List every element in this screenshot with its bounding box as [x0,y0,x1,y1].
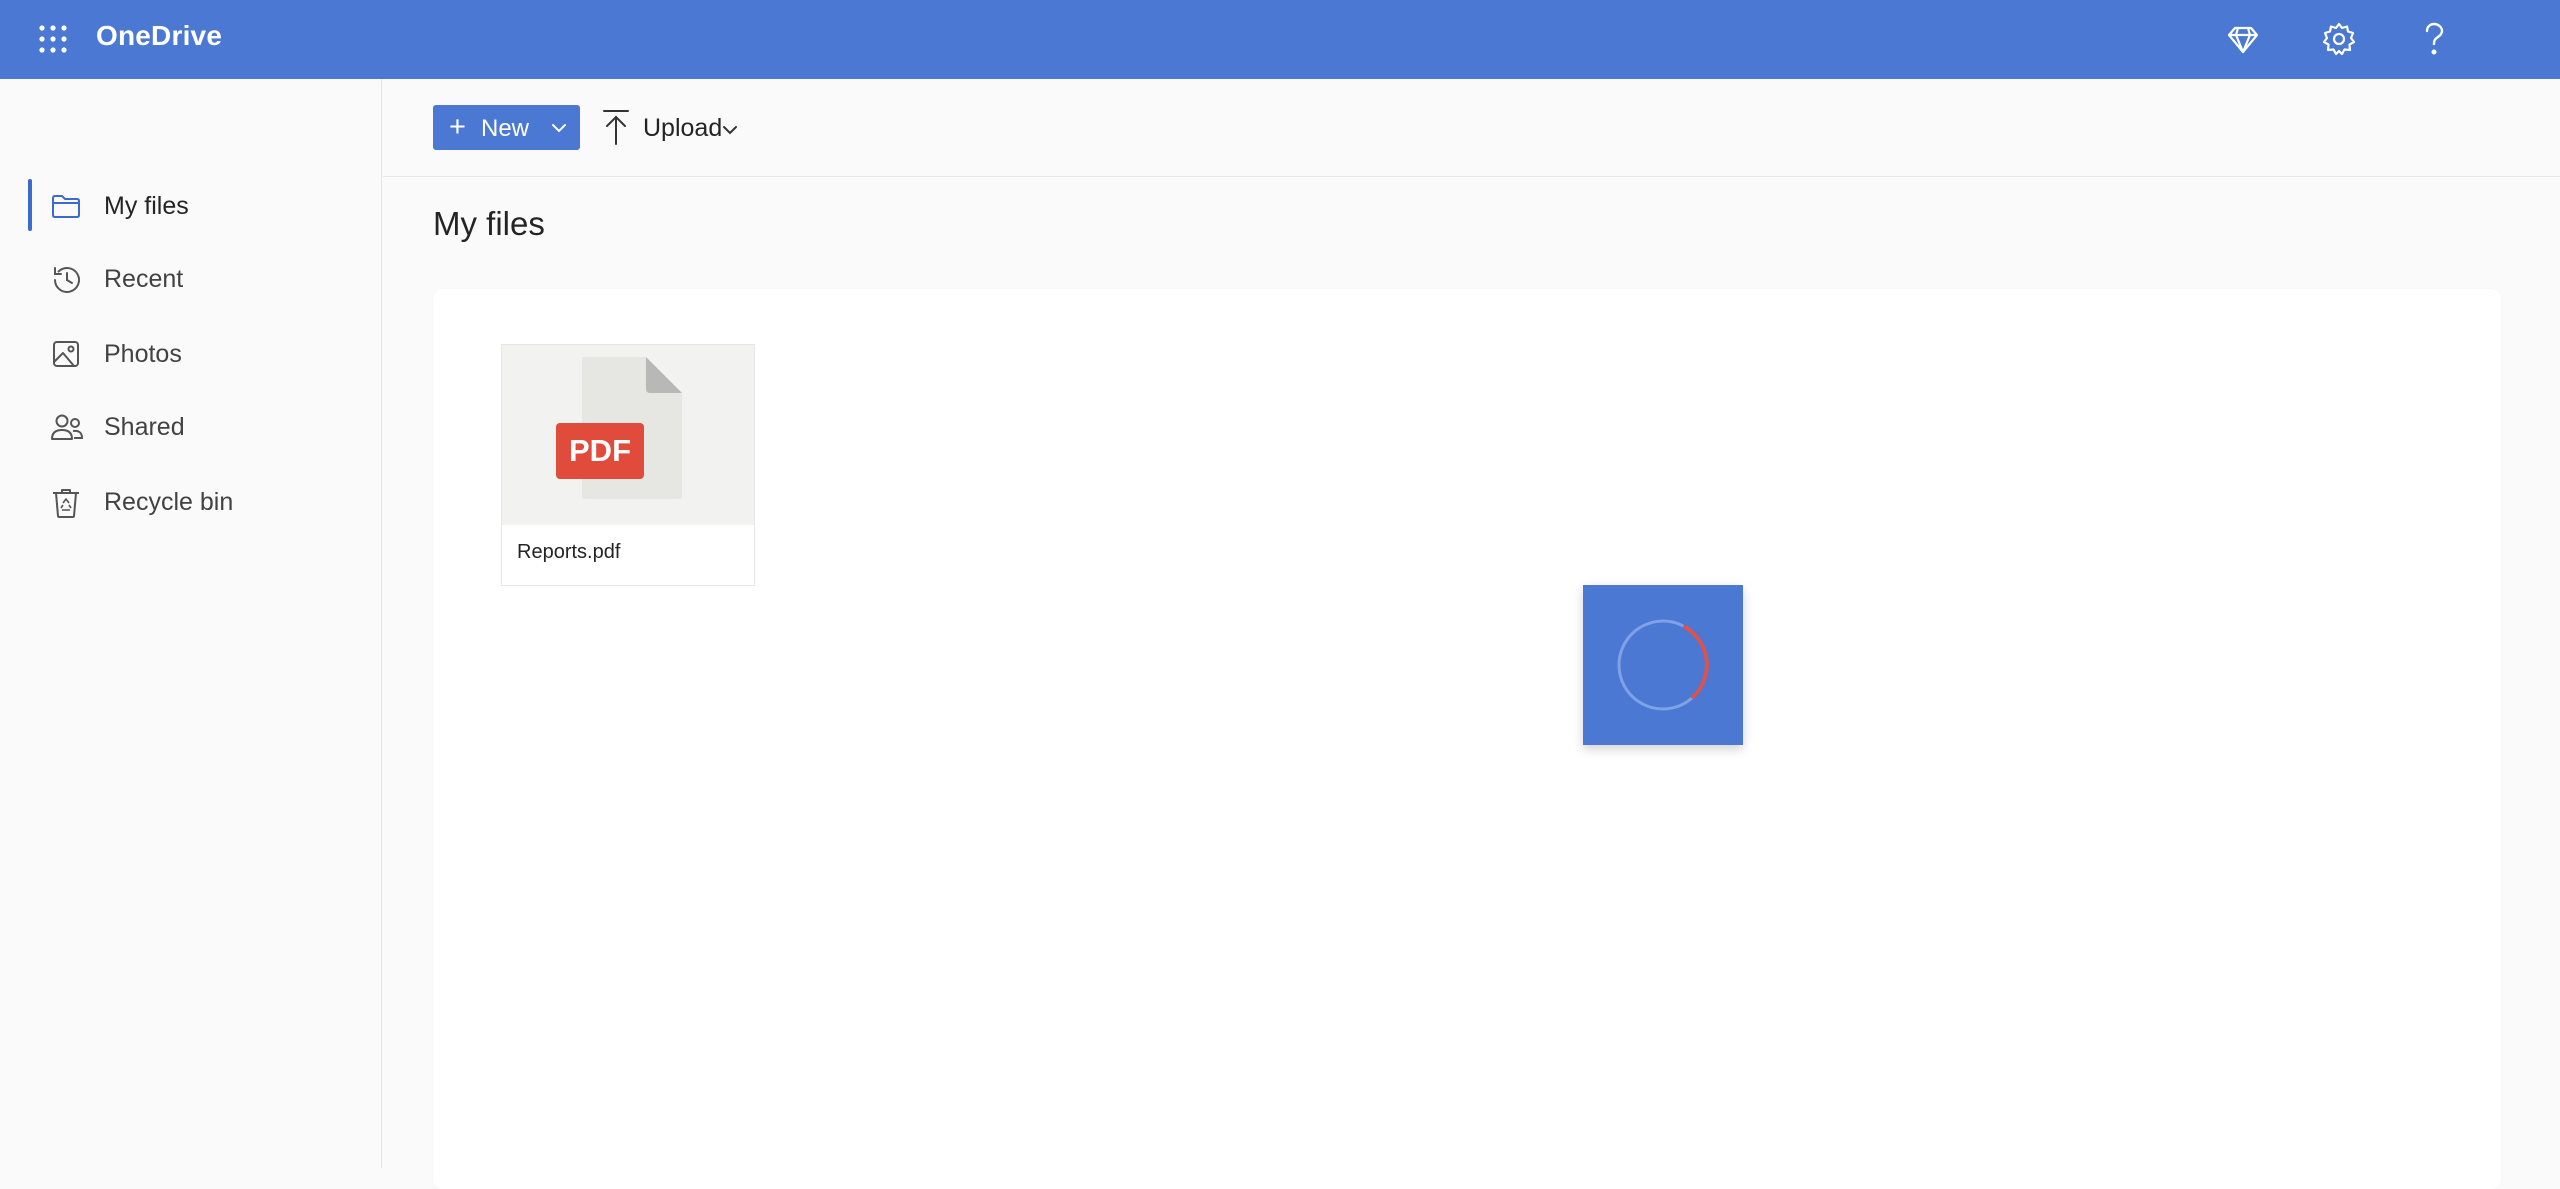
folder-icon [50,190,82,222]
sidebar-item-shared[interactable]: Shared [28,398,358,454]
file-tile[interactable]: PDF Reports.pdf [501,344,755,586]
page-title: My files [433,205,545,242]
premium-diamond-icon[interactable] [2222,18,2264,60]
sidebar-item-label: Recycle bin [104,488,234,516]
file-grid: PDF Reports.pdf [433,289,2501,1189]
sidebar-item-my-files[interactable]: My files [28,177,358,233]
app-launcher-waffle-icon[interactable] [38,24,68,54]
pdf-file-icon: PDF [556,357,682,499]
help-question-icon[interactable] [2413,18,2455,60]
chevron-down-icon [550,119,568,142]
file-thumbnail: PDF [502,345,754,525]
people-icon [50,411,84,443]
settings-gear-icon[interactable] [2318,18,2360,60]
upload-button-label: Upload [643,114,723,142]
loading-spinner [1583,585,1743,745]
app-title[interactable]: OneDrive [96,20,222,52]
new-button[interactable]: + New [433,105,580,150]
spinner-icon [1617,619,1709,711]
sidebar-item-photos[interactable]: Photos [28,325,358,381]
sidebar-item-label: Recent [104,265,184,293]
sidebar: My files Recent Photos Shared Recycle bi… [0,79,382,1168]
top-bar: OneDrive [0,0,2560,79]
sidebar-item-recycle-bin[interactable]: Recycle bin [28,473,358,529]
chevron-down-icon [721,121,739,144]
recycle-bin-icon [50,486,82,518]
recent-clock-icon [50,263,82,295]
sidebar-item-label: My files [104,192,189,220]
plus-icon: + [449,111,466,143]
upload-arrow-icon [601,108,631,151]
sidebar-item-recent[interactable]: Recent [28,250,358,306]
photo-icon [50,338,82,370]
command-bar: + New Upload [383,79,2560,177]
new-button-label: New [481,115,530,142]
sidebar-item-label: Photos [104,340,182,368]
main-content: + New Upload My files PDF Reports.pdf [383,79,2560,1189]
pdf-badge-label: PDF [569,433,631,468]
file-name: Reports.pdf [517,541,621,563]
sidebar-item-label: Shared [104,413,185,441]
upload-button[interactable]: Upload [601,105,761,150]
